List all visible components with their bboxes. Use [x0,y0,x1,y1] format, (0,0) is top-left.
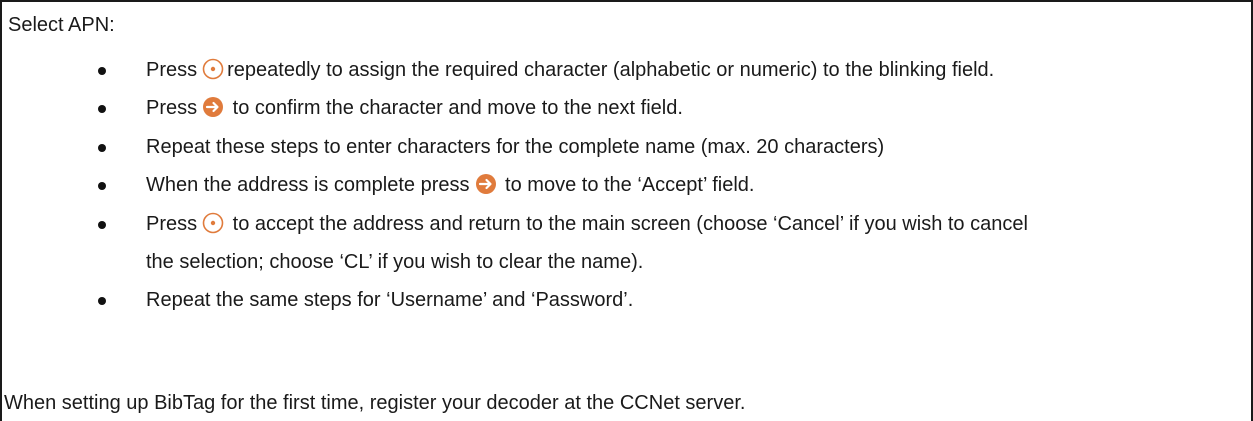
list-item-continuation: the selection; choose ‘CL’ if you wish t… [146,251,644,273]
bullet-dot-icon [98,182,106,190]
bullet-dot-icon [98,67,106,75]
list-item-prefix: Press [146,59,198,81]
list-item-text: Repeat the same steps for ‘Username’ and… [146,289,634,311]
arrow-right-icon [202,96,224,118]
list-item-suffix: to confirm the character and move to the… [227,97,683,119]
arrow-right-icon [475,173,497,195]
footer-note: When setting up BibTag for the first tim… [4,392,746,414]
bullet-dot-icon [98,105,106,113]
list-item-text: When the address is complete press to mo… [146,166,754,204]
section-heading: Select APN: [8,14,115,36]
list-item-suffix: to accept the address and return to the … [227,213,1028,235]
bullet-dot-icon [98,297,106,305]
list-item-text: Repeat these steps to enter characters f… [146,136,885,158]
list-item-prefix: Press [146,97,198,119]
list-item-suffix: to move to the ‘Accept’ field. [499,174,755,196]
list-item-text: Press to accept the address and return t… [146,205,1028,243]
list-item-suffix: repeatedly to assign the required charac… [227,59,995,81]
list-item-prefix: When the address is complete press [146,174,470,196]
list-item-text: Press repeatedly to assign the required c… [146,51,994,89]
select-button-icon [202,58,224,80]
list-item-text: Press to confirm the character and move … [146,89,683,127]
bullet-dot-icon [98,221,106,229]
select-button-icon [202,212,224,234]
bullet-dot-icon [98,144,106,152]
list-item-prefix: Press [146,213,198,235]
